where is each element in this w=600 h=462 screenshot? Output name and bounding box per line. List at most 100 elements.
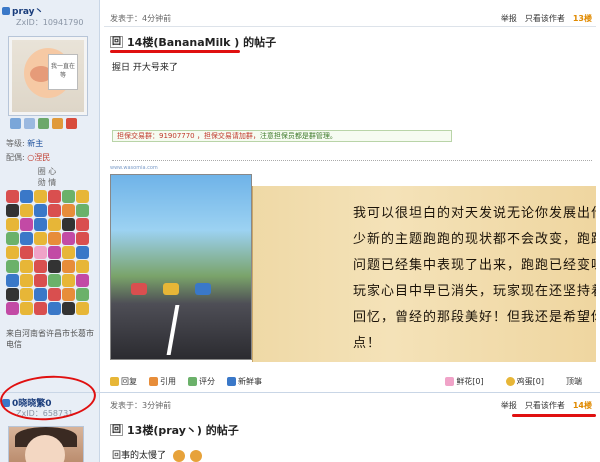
rate-button[interactable]: 评分 <box>188 376 215 387</box>
rate-icon <box>188 376 197 386</box>
medal-icon <box>20 190 33 203</box>
post2-body: 回事的太慢了 <box>112 448 202 462</box>
medal-icon <box>62 246 75 259</box>
medal-icon <box>20 274 33 287</box>
post2-meta-actions: 举报 只看该作者 14楼 <box>501 400 592 411</box>
post1-posted-time: 发表于：4分钟前 <box>110 14 172 23</box>
medal-icon <box>48 218 61 231</box>
medal-icon <box>6 232 19 245</box>
medal-icon <box>48 274 61 287</box>
monkey-emoji-icon <box>172 449 185 462</box>
medal-icon <box>34 288 47 301</box>
medal-icon <box>34 260 47 273</box>
author-only-link[interactable]: 只看该作者 <box>525 400 565 411</box>
top-button[interactable]: 顶端 <box>566 376 582 387</box>
floor-number: 14楼 <box>572 401 592 410</box>
medal-icon <box>62 218 75 231</box>
post2-avatar[interactable] <box>8 426 84 462</box>
egg-icon <box>505 376 515 386</box>
fresh-news-button[interactable]: 新鲜事 <box>227 376 262 387</box>
medal-icon <box>76 302 89 315</box>
medal-icon <box>20 260 33 273</box>
scroll-text-image[interactable]: 我可以很坦白的对天发说无论你发展出什么 少新的主题跑跑的现状都不会改变，跑跑多年… <box>252 186 596 362</box>
medal-icon <box>34 204 47 217</box>
medal-icon <box>20 302 33 315</box>
medal-icon <box>6 204 19 217</box>
medal-icon <box>62 232 75 245</box>
post1-action-bar: 回复 引用 评分 新鲜事 鲜花[0] 鸡蛋[0] 顶端 <box>110 374 594 388</box>
reply-icon <box>110 376 119 386</box>
medal-icon <box>20 204 33 217</box>
medal-icon <box>76 190 89 203</box>
medal-icon <box>62 204 75 217</box>
medal-icon <box>6 260 19 273</box>
medal-icon <box>48 190 61 203</box>
medal-icon <box>20 246 33 259</box>
medal-icon <box>48 302 61 315</box>
medal-icon <box>34 190 47 203</box>
qq-icon[interactable] <box>66 118 77 129</box>
medal-icon <box>76 274 89 287</box>
red-annotation-circle <box>0 372 98 424</box>
reply-marker-icon: 回 <box>110 36 124 48</box>
contact-icons <box>10 118 77 129</box>
medal-icon <box>76 218 89 231</box>
medal-icon <box>20 218 33 231</box>
guarantee-notice: 担保交易群：91907770 ，担保交易请加群，注意担保员都是群管理。 <box>112 130 452 142</box>
report-link[interactable]: 举报 <box>501 400 517 411</box>
red-annotation-underline <box>512 414 596 417</box>
medal-icon <box>48 288 61 301</box>
report-link[interactable]: 举报 <box>501 13 517 24</box>
medal-icon <box>6 246 19 259</box>
image-watermark: www.wasomia.com <box>110 165 158 171</box>
profile-icon[interactable] <box>38 118 49 129</box>
message-icon[interactable] <box>10 118 21 129</box>
quote-button[interactable]: 引用 <box>149 376 176 387</box>
post2-posted-time: 发表于：3分钟前 <box>110 401 172 410</box>
medal-icon <box>48 232 61 245</box>
post1-zxid: ZxID：10941790 <box>16 18 84 27</box>
medal-icon <box>6 190 19 203</box>
add-friend-icon[interactable] <box>24 118 35 129</box>
reply-button[interactable]: 回复 <box>110 376 137 387</box>
star-icon[interactable] <box>52 118 63 129</box>
medal-icon <box>6 274 19 287</box>
flower-button[interactable]: 鲜花[0] <box>445 376 484 387</box>
medal-icon <box>76 246 89 259</box>
medal-icon <box>20 232 33 245</box>
post1-location: 来自河南省许昌市长葛市电信 <box>6 329 94 349</box>
medal-icon <box>62 302 75 315</box>
quote-icon <box>149 376 158 386</box>
monkey-emoji-icon <box>189 449 202 462</box>
profile-title: 等级: 新主 <box>6 139 44 148</box>
medal-icon <box>76 232 89 245</box>
medal-icon <box>34 218 47 231</box>
medal-icon <box>6 218 19 231</box>
post1-body: 握日 开大号来了 <box>112 63 178 73</box>
medal-icon <box>76 288 89 301</box>
game-screenshot-image[interactable] <box>110 174 252 360</box>
medal-icon <box>6 288 19 301</box>
reply-marker-icon: 回 <box>110 424 124 436</box>
fresh-icon <box>227 376 236 386</box>
medal-icon <box>34 246 47 259</box>
user-icon <box>2 6 10 15</box>
medal-icon <box>62 260 75 273</box>
left-column: pray丶 ZxID：10941790 我一直在等 等级: 新主 配偶: ○涅民… <box>0 0 100 462</box>
egg-button[interactable]: 鸡蛋[0] <box>505 376 544 387</box>
medal-icon <box>34 232 47 245</box>
post2-title: 回 13楼(pray丶) 的帖子 <box>110 424 239 437</box>
medal-icon <box>62 274 75 287</box>
medal-icon <box>76 260 89 273</box>
medal-icon <box>48 260 61 273</box>
avatar-sign: 我一直在等 <box>48 54 78 90</box>
floor-number: 13楼 <box>572 14 592 23</box>
medal-icon <box>20 288 33 301</box>
medal-grid <box>6 190 90 315</box>
post1-username[interactable]: pray丶 <box>2 4 44 17</box>
post1-avatar[interactable]: 我一直在等 <box>8 36 88 116</box>
red-annotation-underline <box>110 50 240 53</box>
author-only-link[interactable]: 只看该作者 <box>525 13 565 24</box>
post-content-column: 发表于：4分钟前 举报 只看该作者 13楼 回 14楼(BananaMilk )… <box>100 0 600 462</box>
flower-icon <box>445 376 455 386</box>
